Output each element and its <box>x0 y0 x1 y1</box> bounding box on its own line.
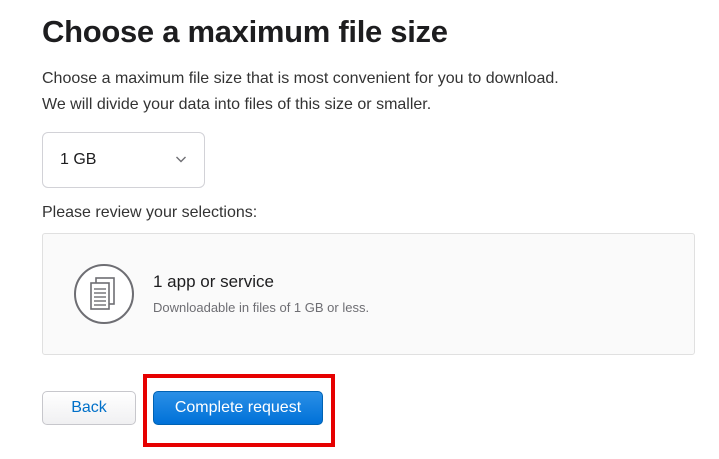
page: Choose a maximum file size Choose a maxi… <box>0 0 719 459</box>
description-line-2: We will divide your data into files of t… <box>42 96 432 113</box>
documents-icon <box>74 264 134 324</box>
page-title: Choose a maximum file size <box>42 14 448 49</box>
selection-summary: 1 app or service Downloadable in files o… <box>42 233 695 355</box>
back-button[interactable]: Back <box>42 391 136 425</box>
summary-item-title: 1 app or service <box>153 272 274 291</box>
max-file-size-select[interactable]: 1 GB <box>42 132 205 188</box>
review-label: Please review your selections: <box>42 204 258 221</box>
complete-request-button[interactable]: Complete request <box>153 391 323 425</box>
description-line-1: Choose a maximum file size that is most … <box>42 70 559 87</box>
chevron-down-icon <box>176 156 186 163</box>
page-description: Choose a maximum file size that is most … <box>42 66 559 118</box>
select-value: 1 GB <box>60 151 97 168</box>
summary-item-subtitle: Downloadable in files of 1 GB or less. <box>153 300 370 315</box>
